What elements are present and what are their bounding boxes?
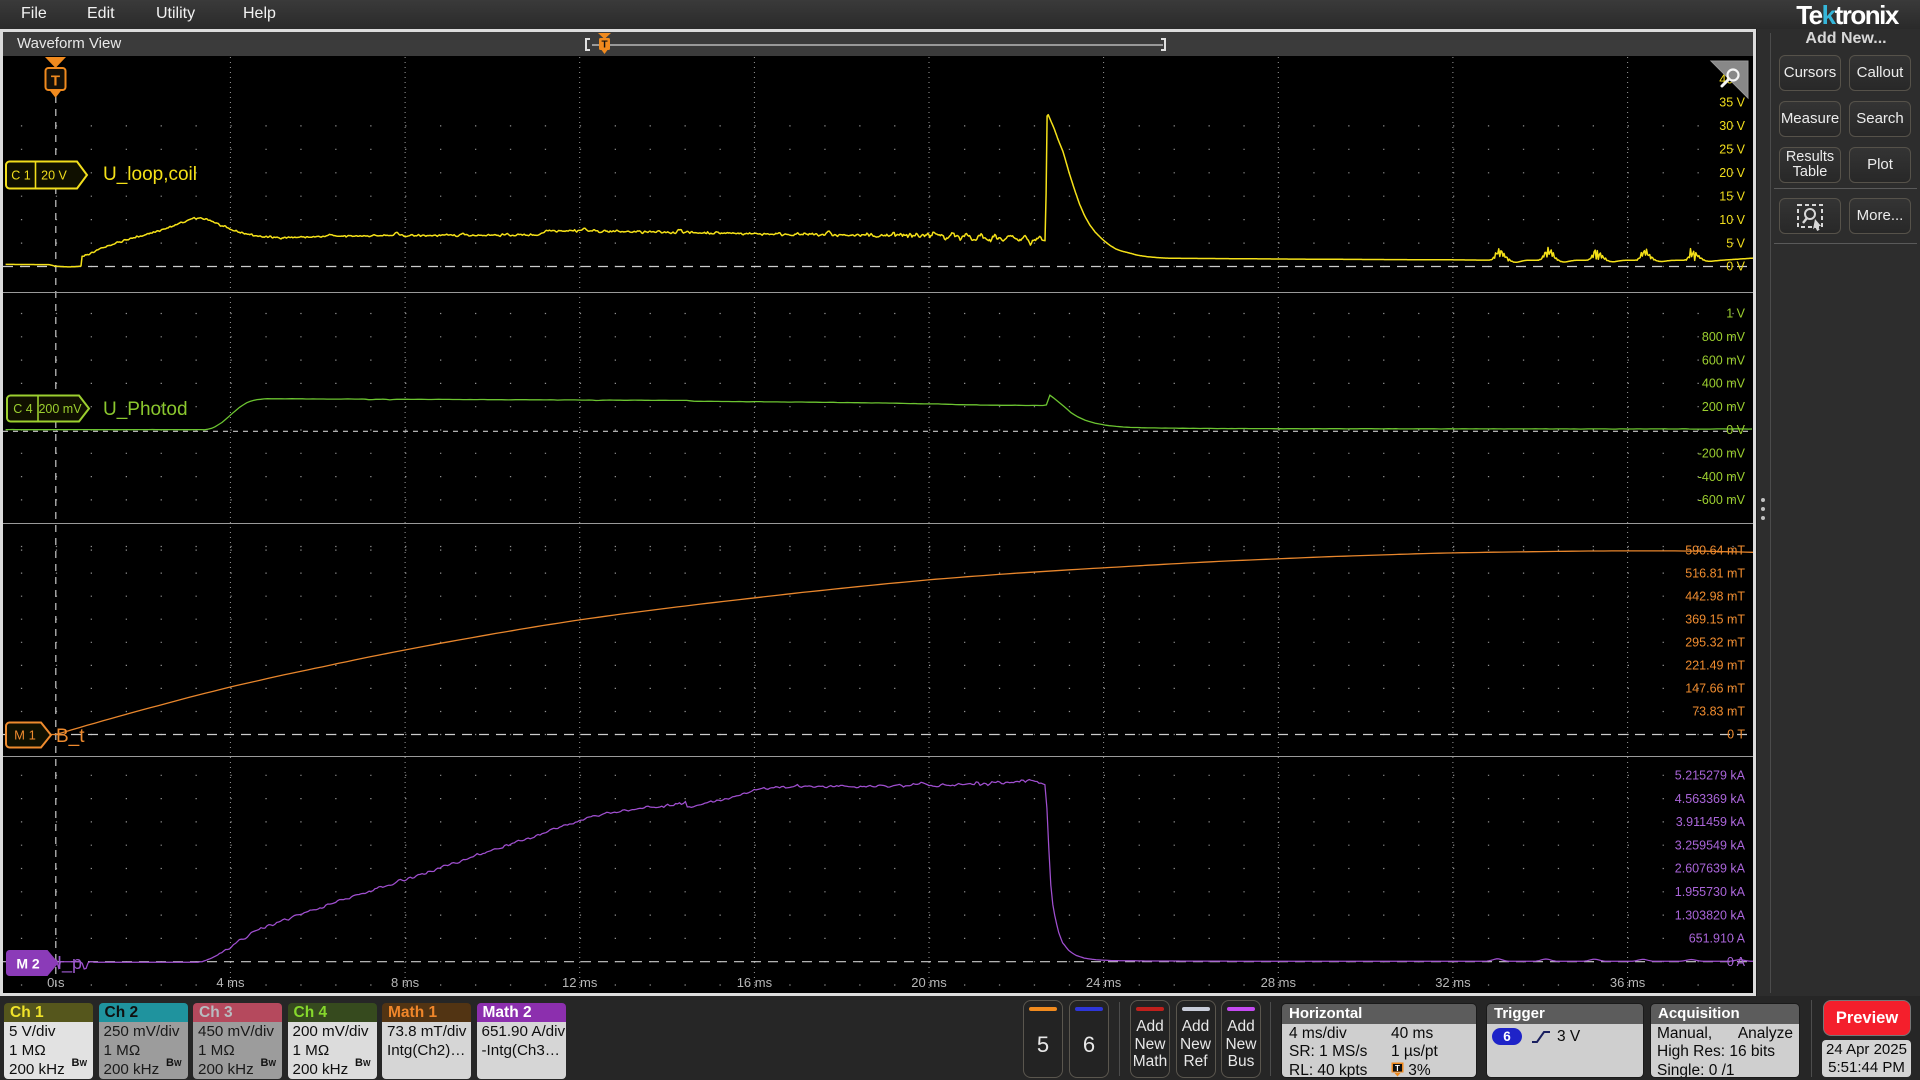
- svg-text:16 ms: 16 ms: [737, 975, 773, 990]
- svg-text:U_Photod: U_Photod: [103, 399, 188, 420]
- svg-text:221.49 mT: 221.49 mT: [1685, 659, 1745, 673]
- svg-text:0 A: 0 A: [1727, 955, 1746, 969]
- svg-text:24 ms: 24 ms: [1086, 975, 1122, 990]
- svg-text:M 2: M 2: [16, 956, 40, 972]
- svg-text:1.303820 kA: 1.303820 kA: [1675, 908, 1746, 922]
- svg-text:C 4: C 4: [13, 402, 33, 416]
- svg-text:5 V: 5 V: [1726, 236, 1745, 250]
- svg-text:10 V: 10 V: [1719, 213, 1745, 227]
- svg-text:442.98 mT: 442.98 mT: [1685, 589, 1745, 603]
- svg-text:-600 mV: -600 mV: [1698, 493, 1746, 507]
- svg-text:800 mV: 800 mV: [1702, 330, 1746, 344]
- svg-text:20 V: 20 V: [1719, 166, 1745, 180]
- svg-text:25 V: 25 V: [1719, 143, 1745, 157]
- svg-text:4.563369 kA: 4.563369 kA: [1675, 792, 1746, 806]
- svg-text:C 1: C 1: [11, 169, 31, 183]
- svg-text:4 ms: 4 ms: [216, 975, 245, 990]
- svg-text:B_t: B_t: [56, 726, 85, 747]
- svg-text:295.32 mT: 295.32 mT: [1685, 636, 1745, 650]
- svg-text:3.911459 kA: 3.911459 kA: [1676, 815, 1746, 829]
- svg-text:590.64 mT: 590.64 mT: [1685, 543, 1745, 557]
- svg-text:200 mV: 200 mV: [1702, 400, 1746, 414]
- svg-text:400 mV: 400 mV: [1702, 377, 1746, 391]
- svg-text:0 T: 0 T: [1727, 728, 1745, 742]
- svg-text:200 mV: 200 mV: [38, 402, 82, 416]
- svg-text:35 V: 35 V: [1719, 96, 1745, 110]
- svg-text:1.955730 kA: 1.955730 kA: [1675, 885, 1746, 899]
- svg-text:T: T: [51, 73, 60, 90]
- svg-text:I_p: I_p: [57, 953, 82, 974]
- svg-text:28 ms: 28 ms: [1261, 975, 1297, 990]
- svg-text:600 mV: 600 mV: [1702, 353, 1746, 367]
- svg-text:516.81 mT: 516.81 mT: [1685, 566, 1745, 580]
- svg-text:369.15 mT: 369.15 mT: [1685, 613, 1745, 627]
- svg-text:-200 mV: -200 mV: [1698, 447, 1746, 461]
- svg-text:T: T: [1395, 1064, 1400, 1073]
- svg-text:M 1: M 1: [14, 728, 36, 743]
- svg-text:U_loop,coil: U_loop,coil: [103, 164, 197, 185]
- svg-text:8 ms: 8 ms: [391, 975, 420, 990]
- svg-text:15 V: 15 V: [1719, 189, 1745, 203]
- svg-text:20 V: 20 V: [41, 169, 67, 183]
- svg-text:12 ms: 12 ms: [562, 975, 598, 990]
- svg-text:5.215279 kA: 5.215279 kA: [1675, 769, 1746, 783]
- svg-text:147.66 mT: 147.66 mT: [1685, 682, 1745, 696]
- svg-text:30 V: 30 V: [1719, 119, 1745, 133]
- svg-text:20 ms: 20 ms: [911, 975, 947, 990]
- svg-text:0 s: 0 s: [47, 975, 65, 990]
- svg-text:1 V: 1 V: [1726, 307, 1745, 321]
- svg-text:0 V: 0 V: [1726, 423, 1745, 437]
- svg-text:36 ms: 36 ms: [1610, 975, 1646, 990]
- svg-text:651.910 A: 651.910 A: [1689, 932, 1746, 946]
- svg-text:73.83 mT: 73.83 mT: [1692, 705, 1745, 719]
- svg-text:3.259549 kA: 3.259549 kA: [1675, 838, 1746, 852]
- svg-text:0 V: 0 V: [1726, 260, 1745, 274]
- svg-text:2.607639 kA: 2.607639 kA: [1675, 862, 1746, 876]
- svg-text:T: T: [601, 40, 607, 51]
- svg-text:32 ms: 32 ms: [1435, 975, 1471, 990]
- svg-text:-400 mV: -400 mV: [1698, 470, 1746, 484]
